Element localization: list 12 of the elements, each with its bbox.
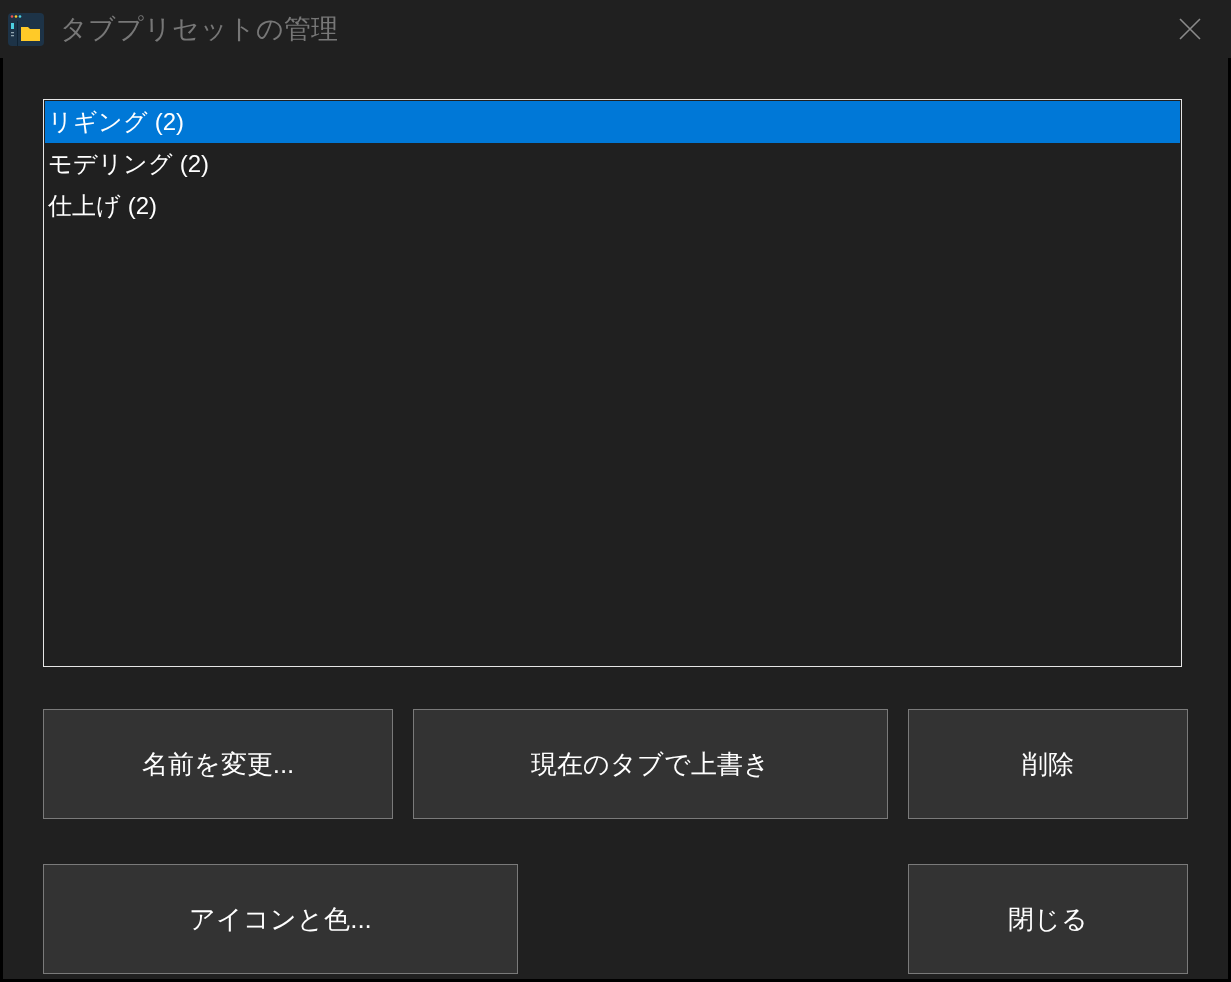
preset-list-item[interactable]: 仕上げ (2) <box>45 185 1180 227</box>
preset-list-item[interactable]: モデリング (2) <box>45 143 1180 185</box>
dialog-button[interactable]: アイコンと色... <box>43 864 518 974</box>
dialog-button[interactable]: 削除 <box>908 709 1188 819</box>
window-folder-icon <box>8 12 44 46</box>
dialog-button[interactable]: 名前を変更... <box>43 709 393 819</box>
preset-list-item[interactable]: リギング (2) <box>45 101 1180 143</box>
dialog-button[interactable]: 閉じる <box>908 864 1188 974</box>
window-title: タブプリセットの管理 <box>60 15 338 43</box>
preset-list[interactable]: リギング (2) モデリング (2) 仕上げ (2) <box>43 99 1182 667</box>
dialog-button[interactable]: 現在のタブで上書き <box>413 709 888 819</box>
close-icon <box>1179 18 1201 40</box>
